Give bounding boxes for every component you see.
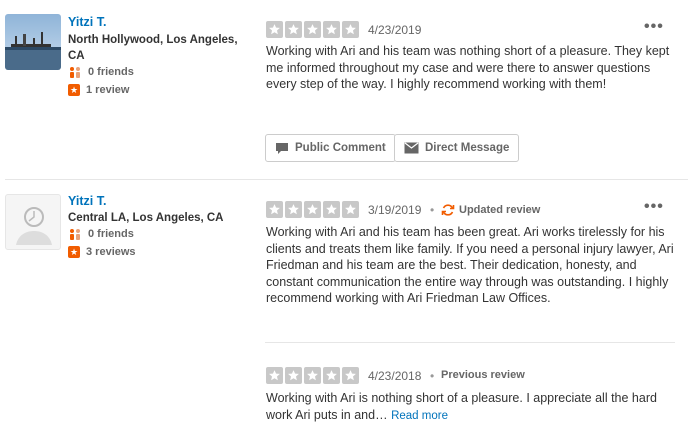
star-icon <box>323 201 340 218</box>
friends-icon <box>70 229 80 240</box>
envelope-icon <box>404 142 419 154</box>
previous-review-excerpt: Working with Ari is nothing short of a p… <box>266 391 657 422</box>
previous-review-label: Previous review <box>441 369 525 381</box>
star-icon <box>304 201 321 218</box>
star-icon <box>304 21 321 38</box>
user-location: Central LA, Los Angeles, CA <box>68 212 224 224</box>
star-icon <box>285 21 302 38</box>
avatar-placeholder[interactable] <box>5 194 61 250</box>
star-rating <box>266 21 359 38</box>
star-icon <box>266 367 283 384</box>
review-count: ★ 1 review <box>68 84 129 96</box>
more-options-icon[interactable]: ••• <box>644 198 664 216</box>
public-comment-button[interactable]: Public Comment <box>265 134 396 162</box>
reviews-label: 1 review <box>86 84 130 96</box>
review-text: Working with Ari and his team was nothin… <box>266 44 670 91</box>
comment-icon <box>276 142 288 154</box>
refresh-icon <box>441 204 455 216</box>
star-icon <box>323 21 340 38</box>
friends-count: 0 friends <box>68 228 134 240</box>
read-more-link[interactable]: Read more <box>391 410 448 422</box>
divider <box>265 342 675 343</box>
star-icon <box>323 367 340 384</box>
star-icon <box>266 201 283 218</box>
review-card: Yitzi T. Central LA, Los Angeles, CA 0 f… <box>0 180 700 436</box>
review-date: 3/19/2019 <box>368 203 422 217</box>
updated-review-tag: Updated review <box>441 203 540 217</box>
user-location: North Hollywood, Los Angeles, CA <box>68 34 238 62</box>
default-user-icon <box>16 207 52 245</box>
direct-message-label: Direct Message <box>425 142 510 154</box>
separator-dot: • <box>430 369 435 383</box>
star-icon <box>342 367 359 384</box>
review-count: ★ 3 reviews <box>68 246 136 258</box>
avatar[interactable] <box>5 14 61 70</box>
more-options-icon[interactable]: ••• <box>644 18 664 36</box>
review-card: Yitzi T. North Hollywood, Los Angeles, C… <box>0 0 700 178</box>
updated-review-label: Updated review <box>459 204 541 216</box>
star-icon <box>285 367 302 384</box>
friends-label: 0 friends <box>88 66 134 78</box>
star-rating <box>266 201 359 218</box>
previous-review-date: 4/23/2018 <box>368 369 422 383</box>
separator-dot: • <box>430 203 435 217</box>
direct-message-button[interactable]: Direct Message <box>394 134 520 162</box>
star-icon <box>342 21 359 38</box>
star-badge-icon: ★ <box>68 84 80 96</box>
review-text: Working with Ari and his team has been g… <box>266 225 674 305</box>
public-comment-label: Public Comment <box>295 142 386 154</box>
reviews-label: 3 reviews <box>86 246 136 258</box>
star-icon <box>285 201 302 218</box>
friends-label: 0 friends <box>88 228 134 240</box>
star-badge-icon: ★ <box>68 246 80 258</box>
user-name-link[interactable]: Yitzi T. <box>68 194 106 208</box>
previous-review-text: Working with Ari is nothing short of a p… <box>266 390 678 424</box>
star-rating <box>266 367 359 384</box>
star-icon <box>342 201 359 218</box>
star-icon <box>266 21 283 38</box>
star-icon <box>304 367 321 384</box>
friends-icon <box>70 67 80 78</box>
friends-count: 0 friends <box>68 66 134 78</box>
previous-review-tag: Previous review <box>441 369 525 381</box>
user-name-link[interactable]: Yitzi T. <box>68 15 106 29</box>
review-date: 4/23/2019 <box>368 23 422 37</box>
